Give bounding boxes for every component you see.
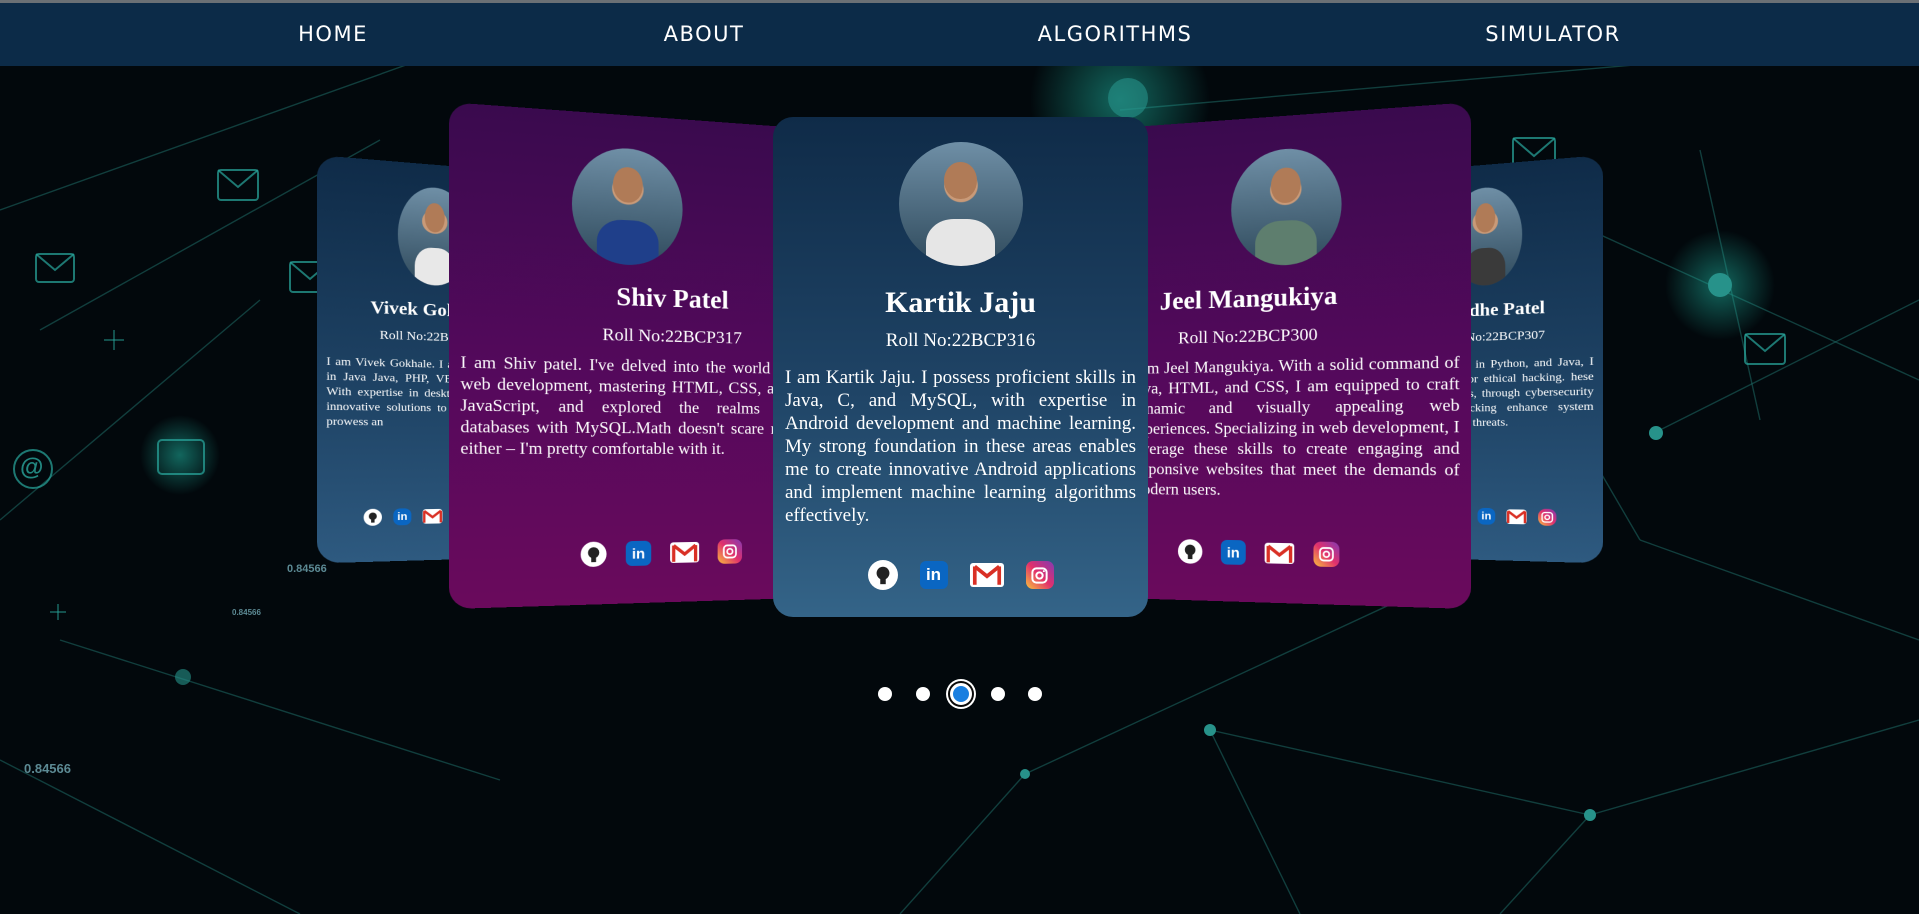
profile-name: Jeel Mangukiya bbox=[1120, 277, 1471, 318]
profile-card-shiv[interactable]: Shiv Patel Roll No:22BCP317 I am Shiv pa… bbox=[449, 102, 800, 609]
instagram-icon[interactable] bbox=[1538, 509, 1556, 526]
instagram-icon[interactable] bbox=[718, 539, 742, 564]
profile-bio: I am Jeel Mangukiya. With a solid comman… bbox=[1130, 353, 1460, 504]
carousel-dot-3-active[interactable] bbox=[950, 683, 972, 705]
profile-photo bbox=[1231, 145, 1341, 267]
social-links: in bbox=[517, 538, 800, 569]
profile-photo bbox=[572, 145, 683, 267]
profile-bio: I am Shiv patel. I've delved into the wo… bbox=[460, 353, 790, 461]
gmail-icon[interactable] bbox=[1506, 509, 1526, 524]
profile-bio: I am Kartik Jaju. I possess proficient s… bbox=[785, 366, 1136, 527]
carousel-dot-2[interactable] bbox=[916, 687, 930, 701]
profile-name: Shiv Patel bbox=[449, 277, 800, 318]
gmail-icon[interactable] bbox=[970, 563, 1004, 587]
profile-card-kartik[interactable]: Kartik Jaju Roll No:22BCP316 I am Kartik… bbox=[773, 117, 1148, 617]
profile-roll-number: Roll No:22BCP317 bbox=[449, 320, 800, 350]
profile-card-jeel[interactable]: Jeel Mangukiya Roll No:22BCP300 I am Jee… bbox=[1120, 102, 1471, 609]
linkedin-icon[interactable]: in bbox=[1478, 508, 1496, 525]
github-icon[interactable] bbox=[581, 542, 607, 568]
linkedin-icon[interactable]: in bbox=[920, 561, 948, 589]
team-carousel: Vivek Gokha Roll No:22BCP47 I am Vivek G… bbox=[0, 0, 1919, 914]
profile-roll-number: Roll No:22BCP300 bbox=[1120, 320, 1471, 350]
carousel-dot-5[interactable] bbox=[1028, 687, 1042, 701]
gmail-icon[interactable] bbox=[670, 542, 699, 563]
profile-name: Kartik Jaju bbox=[773, 286, 1148, 320]
social-links: in bbox=[773, 560, 1148, 590]
carousel-dot-1[interactable] bbox=[878, 687, 892, 701]
instagram-icon[interactable] bbox=[1313, 542, 1339, 568]
social-links: in bbox=[1120, 538, 1403, 569]
linkedin-icon[interactable]: in bbox=[1221, 540, 1246, 565]
linkedin-icon[interactable]: in bbox=[393, 508, 411, 525]
profile-photo bbox=[899, 142, 1023, 266]
carousel-pagination bbox=[0, 684, 1919, 704]
github-icon[interactable] bbox=[868, 560, 898, 590]
profile-roll-number: Roll No:22BCP316 bbox=[773, 330, 1148, 352]
linkedin-icon[interactable]: in bbox=[626, 541, 651, 566]
carousel-dot-4[interactable] bbox=[991, 687, 1005, 701]
instagram-icon[interactable] bbox=[1026, 561, 1054, 589]
github-icon[interactable] bbox=[364, 509, 382, 526]
gmail-icon[interactable] bbox=[1265, 543, 1295, 564]
github-icon[interactable] bbox=[1178, 539, 1202, 564]
gmail-icon[interactable] bbox=[423, 509, 443, 524]
